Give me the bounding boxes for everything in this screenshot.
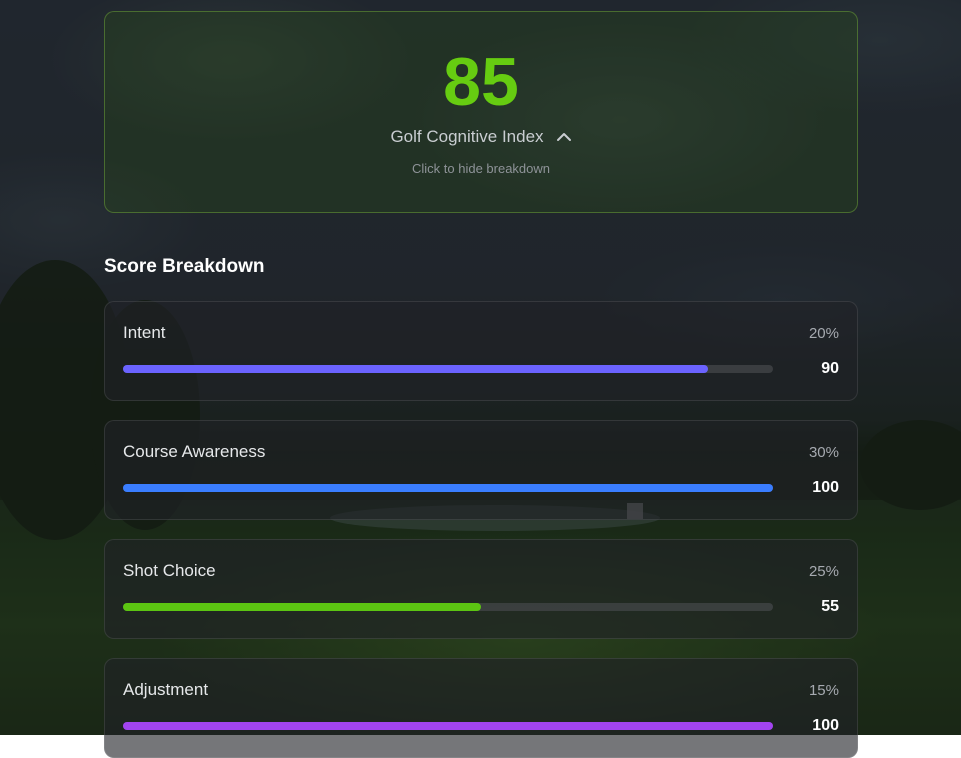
metric-card-adjustment: Adjustment 15% 100 <box>104 658 858 758</box>
index-label: Golf Cognitive Index <box>390 127 544 146</box>
section-title: Score Breakdown <box>104 256 265 277</box>
metric-weight: 15% <box>808 682 839 699</box>
progress-fill <box>123 484 773 492</box>
metric-card-shot-choice: Shot Choice 25% 55 <box>104 539 858 639</box>
progress-fill <box>123 365 708 373</box>
chevron-up-icon[interactable] <box>556 129 572 145</box>
metric-weight: 20% <box>808 325 839 342</box>
metric-card-course-awareness: Course Awareness 30% 100 <box>104 420 858 520</box>
metric-name: Course Awareness <box>123 442 266 461</box>
progress-track <box>123 484 773 492</box>
metric-weight: 25% <box>808 563 839 580</box>
index-label-row[interactable]: Golf Cognitive Index <box>105 127 857 147</box>
toggle-breakdown-hint: Click to hide breakdown <box>411 161 551 176</box>
main-content: 85 Golf Cognitive Index Click to hide br… <box>0 0 961 758</box>
progress-track <box>123 722 773 730</box>
progress-track <box>123 365 773 373</box>
metric-score: 55 <box>821 598 839 615</box>
metric-score: 100 <box>812 479 839 496</box>
metric-card-intent: Intent 20% 90 <box>104 301 858 401</box>
metric-name: Adjustment <box>123 680 209 699</box>
index-score: 85 <box>443 44 519 120</box>
progress-track <box>123 603 773 611</box>
metric-name: Shot Choice <box>123 561 216 580</box>
progress-fill <box>123 603 481 611</box>
cognitive-index-card[interactable]: 85 Golf Cognitive Index Click to hide br… <box>104 11 858 213</box>
metric-name: Intent <box>123 323 166 342</box>
metric-score: 100 <box>812 717 839 734</box>
metric-score: 90 <box>821 360 839 377</box>
progress-fill <box>123 722 773 730</box>
metric-weight: 30% <box>808 444 839 461</box>
